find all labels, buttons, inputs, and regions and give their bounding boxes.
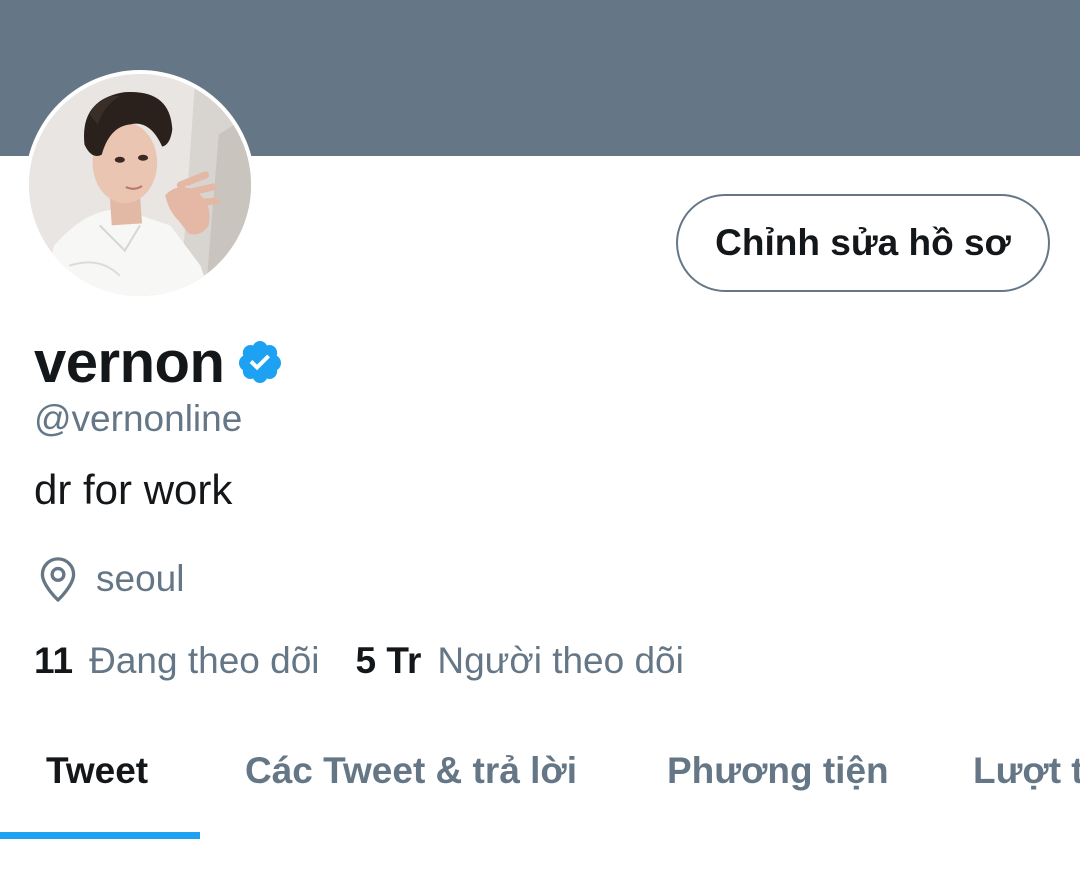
- tab-tweets[interactable]: Tweet: [46, 715, 148, 827]
- profile-handle: @vernonline: [34, 398, 243, 439]
- verified-badge-icon: [236, 338, 284, 386]
- following-count: 11: [34, 640, 74, 681]
- followers-count: 5 Tr: [355, 640, 422, 681]
- profile-bio: dr for work: [34, 466, 233, 513]
- followers-label: Người theo dõi: [437, 640, 684, 681]
- following-label: Đang theo dõi: [89, 640, 320, 681]
- tab-media[interactable]: Phương tiện: [667, 715, 889, 827]
- tab-likes[interactable]: Lượt thích: [973, 715, 1080, 827]
- avatar-photo: [29, 74, 251, 296]
- edit-profile-button[interactable]: Chỉnh sửa hồ sơ: [676, 194, 1050, 292]
- follow-stats: 11 Đang theo dõi 5 Tr Người theo dõi: [34, 636, 684, 686]
- tab-tweets-and-replies[interactable]: Các Tweet & trả lời: [245, 715, 577, 827]
- avatar[interactable]: [25, 70, 255, 300]
- location-row: seoul: [36, 553, 184, 605]
- location-pin-icon: [36, 555, 80, 603]
- edit-profile-label: Chỉnh sửa hồ sơ: [715, 222, 1011, 263]
- name-row: vernon: [34, 327, 284, 397]
- location-text: seoul: [96, 558, 185, 599]
- following-stat[interactable]: 11 Đang theo dõi: [34, 640, 320, 682]
- display-name: vernon: [34, 329, 225, 395]
- profile-tabs: Tweet Các Tweet & trả lời Phương tiện Lư…: [0, 715, 1080, 840]
- active-tab-indicator: [0, 832, 200, 839]
- followers-stat[interactable]: 5 Tr Người theo dõi: [356, 640, 684, 682]
- profile-page: Chỉnh sửa hồ sơ vernon @vernonline dr fo…: [0, 0, 1080, 885]
